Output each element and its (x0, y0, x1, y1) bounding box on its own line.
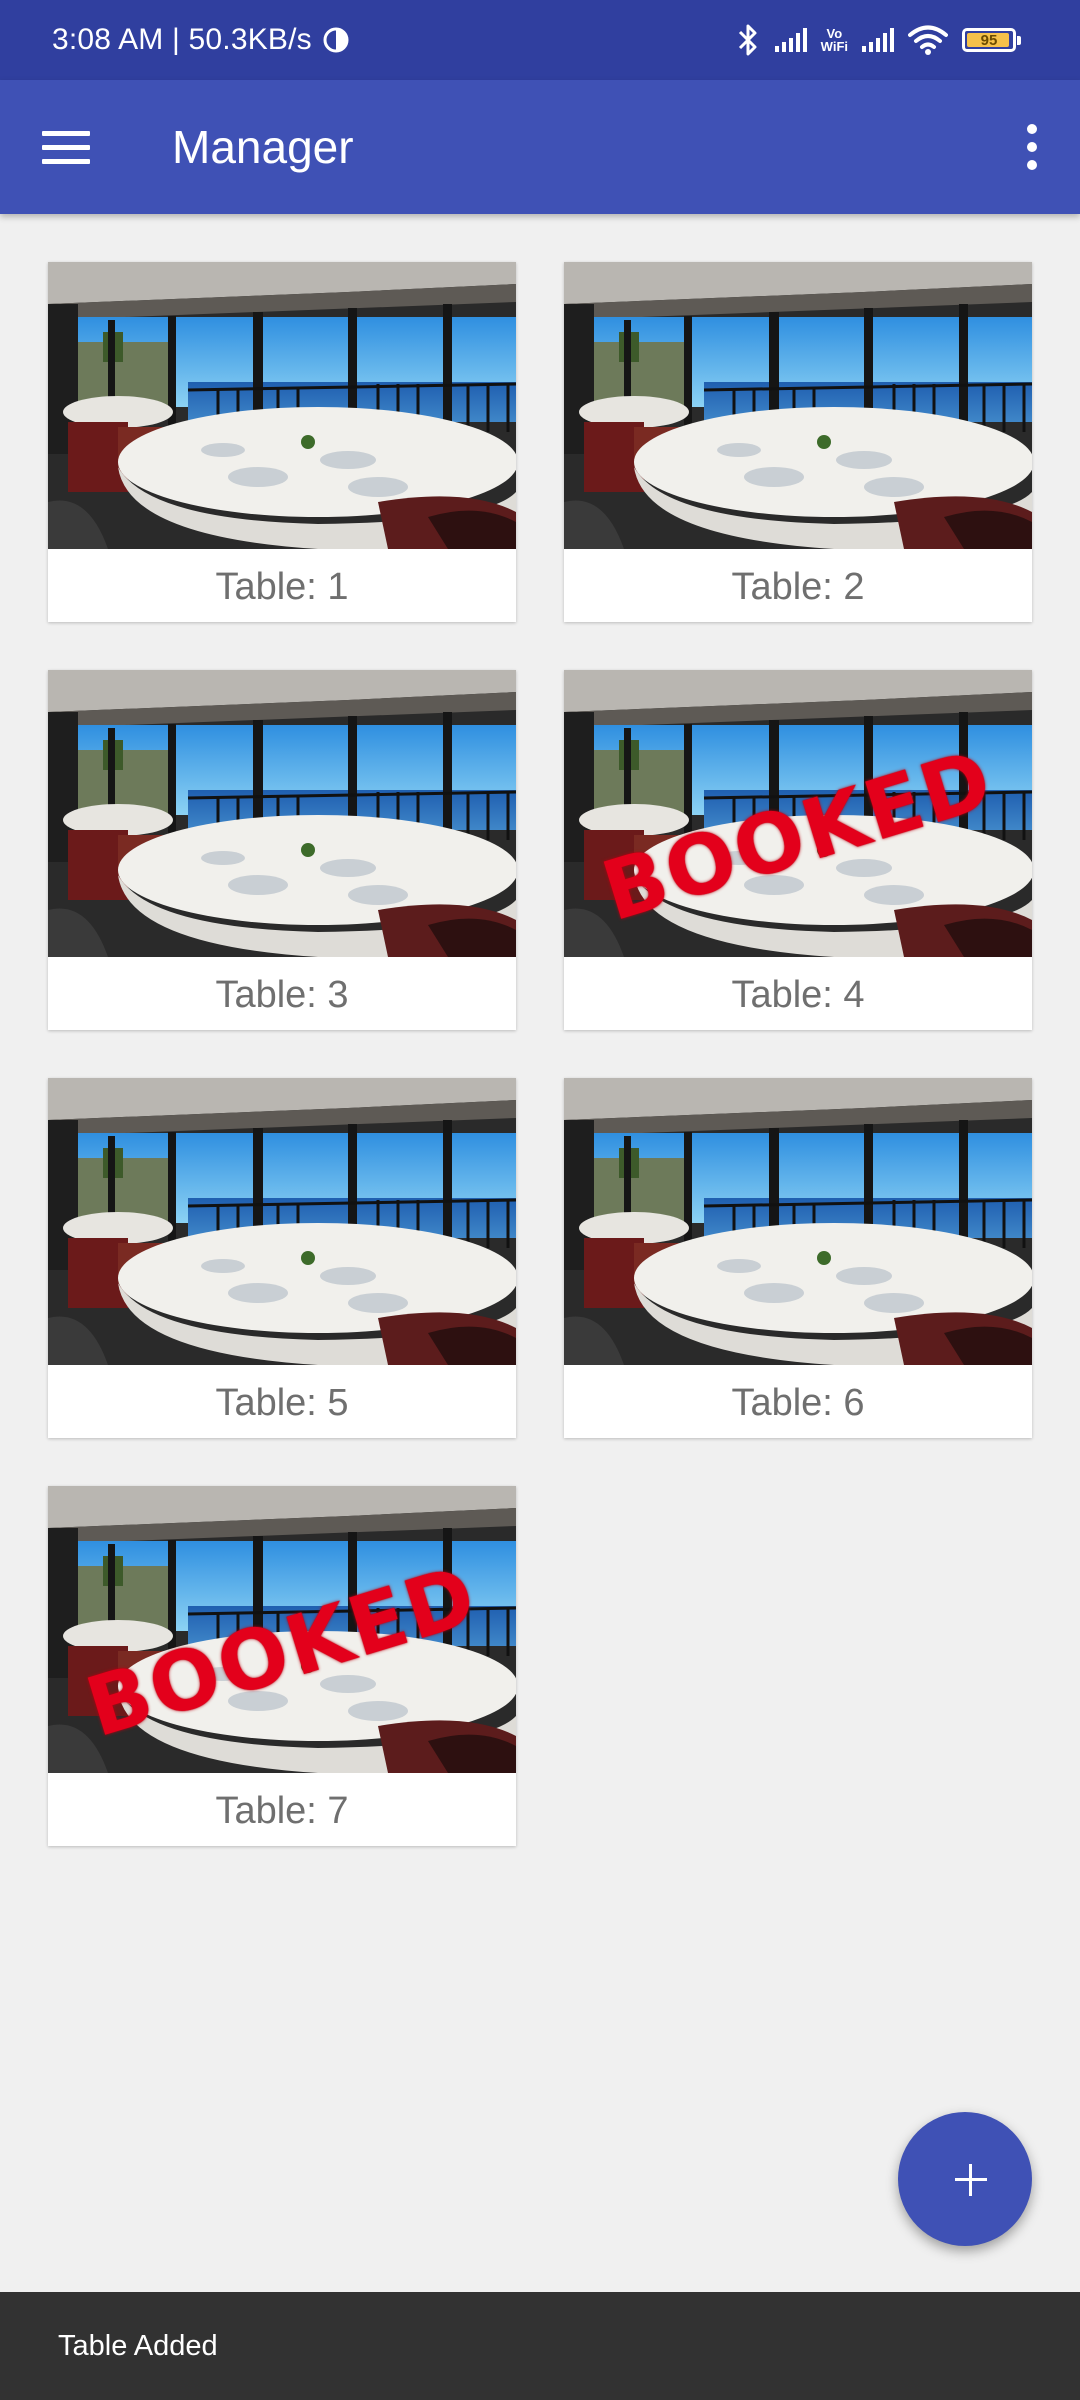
table-label: Table: 7 (215, 1790, 349, 1832)
table-card[interactable]: Table: 2 (564, 262, 1032, 622)
table-label: Table: 3 (215, 974, 349, 1016)
restaurant-photo (48, 262, 516, 549)
table-card[interactable]: Table: 5 (48, 1078, 516, 1438)
table-photo: BOOKED (48, 1486, 516, 1773)
table-photo (48, 262, 516, 549)
app-title: Manager (172, 121, 354, 173)
table-photo (564, 1078, 1032, 1365)
wifi-icon (908, 25, 948, 55)
table-card[interactable]: Table: 6 (564, 1078, 1032, 1438)
restaurant-photo (48, 1078, 516, 1365)
signal-icon (774, 28, 807, 52)
table-label: Table: 6 (731, 1382, 865, 1424)
table-photo (48, 670, 516, 957)
table-label: Table: 2 (731, 566, 865, 608)
more-vert-icon[interactable] (1020, 124, 1044, 170)
status-left: 3:08 AM | 50.3KB/s (52, 0, 350, 80)
battery-level: 95 (980, 31, 998, 49)
add-table-fab[interactable] (898, 2112, 1032, 2246)
vowifi-bottom: WiFi (820, 39, 848, 54)
table-card[interactable]: Table: 1 (48, 262, 516, 622)
table-label: Table: 5 (215, 1382, 349, 1424)
table-card[interactable]: BOOKED Table: 7 (48, 1486, 516, 1846)
snackbar: Table Added (0, 2292, 1080, 2400)
snackbar-message: Table Added (58, 2330, 218, 2362)
app-bar: Manager (0, 80, 1080, 214)
status-time-speed: 3:08 AM | 50.3KB/s (52, 23, 312, 56)
restaurant-photo (48, 670, 516, 957)
table-photo: BOOKED (564, 670, 1032, 957)
status-bar: 3:08 AM | 50.3KB/s Vo WiFi 95 (0, 0, 1080, 80)
table-photo (48, 1078, 516, 1365)
restaurant-photo (564, 262, 1032, 549)
table-card[interactable]: Table: 3 (48, 670, 516, 1030)
bluetooth-icon (738, 24, 757, 56)
table-card[interactable]: BOOKED Table: 4 (564, 670, 1032, 1030)
battery-icon: 95 (962, 28, 1021, 52)
hamburger-menu-icon[interactable] (42, 127, 90, 167)
vowifi-icon: Vo WiFi (821, 27, 848, 53)
data-saver-icon (323, 27, 349, 53)
table-label: Table: 1 (215, 566, 349, 608)
signal-icon-2 (862, 28, 894, 52)
restaurant-photo (564, 1078, 1032, 1365)
table-label: Table: 4 (731, 974, 865, 1016)
table-photo (564, 262, 1032, 549)
status-icons: Vo WiFi 95 (735, 0, 1021, 80)
